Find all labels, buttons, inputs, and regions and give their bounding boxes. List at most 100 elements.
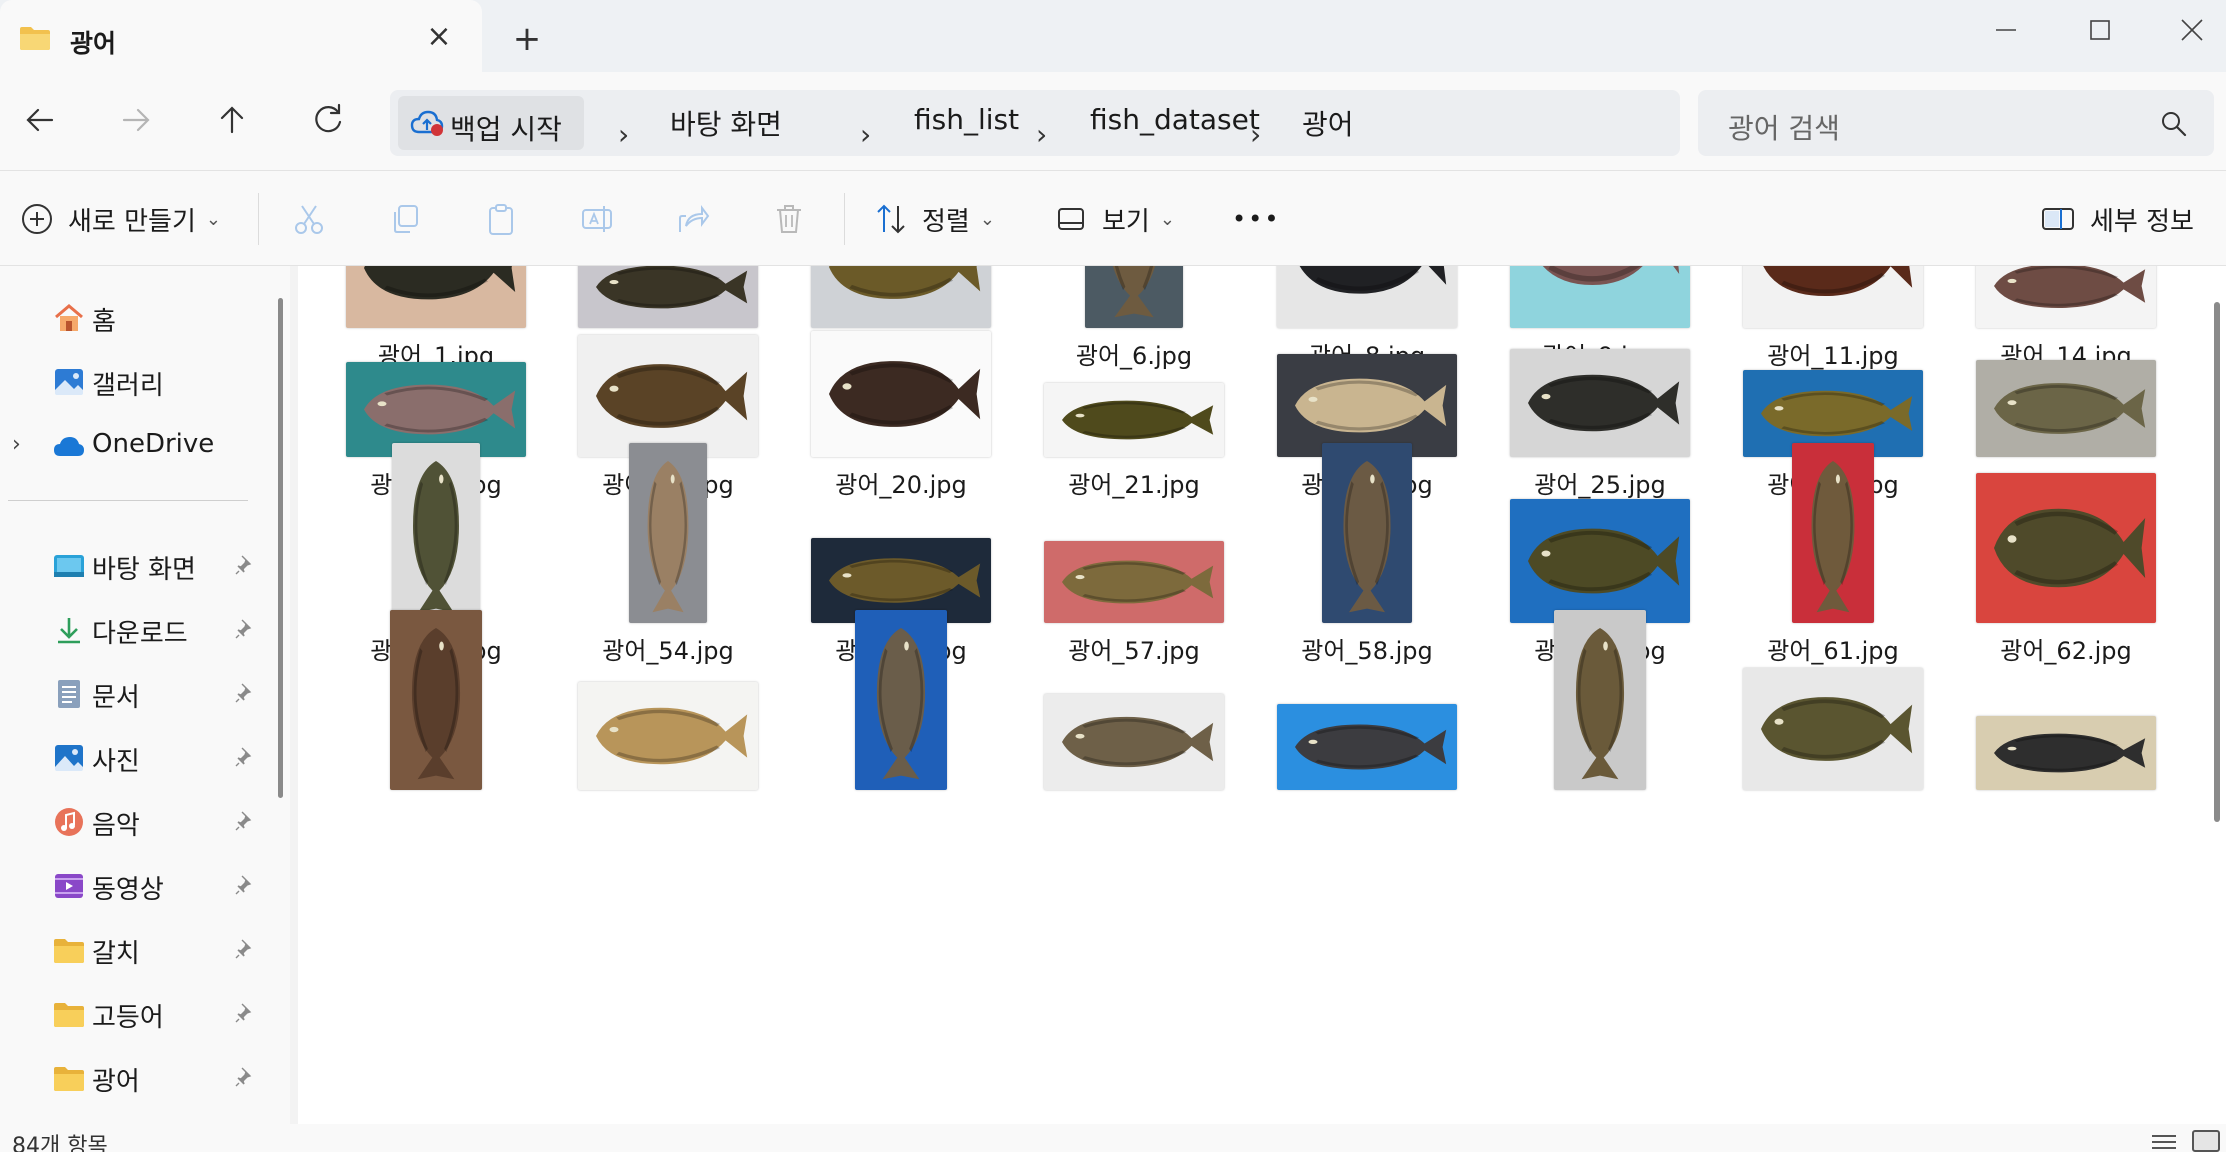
file-thumbnail[interactable] [578,266,758,328]
file-name[interactable]: 광어_54.jpg [553,631,783,666]
file-name[interactable]: 광어_20.jpg [786,465,1016,500]
file-thumbnail[interactable] [1976,716,2156,790]
file-thumbnail[interactable] [1554,610,1646,790]
sidebar-item-gwangeo[interactable]: 광어 [0,1052,270,1102]
sort-button[interactable]: 정렬 ⌄ [874,199,995,239]
sidebar-item-downloads[interactable]: 다운로드 [0,604,270,654]
file-name[interactable]: 광어_25.jpg [1485,465,1715,500]
pin-icon[interactable] [234,682,256,704]
sidebar-item-onedrive[interactable]: › OneDrive [0,420,270,470]
chevron-right-icon[interactable]: › [12,432,21,457]
file-thumbnail[interactable] [1044,694,1224,790]
sidebar-scrollbar[interactable] [278,298,283,798]
pin-icon[interactable] [234,938,256,960]
chevron-right-icon[interactable]: › [618,118,629,151]
breadcrumb-item-fish-list[interactable]: fish_list [914,103,1019,136]
tab-close-icon[interactable]: × [424,22,454,52]
file-name[interactable]: 광어_11.jpg [1718,336,1948,371]
file-thumbnail[interactable] [1277,266,1457,328]
breadcrumb-item-current[interactable]: 광어 [1302,103,1354,143]
pin-icon[interactable] [234,746,256,768]
file-thumbnail[interactable] [1044,541,1224,623]
breadcrumb-item-fish-dataset[interactable]: fish_dataset [1090,103,1260,136]
search-icon[interactable] [2160,110,2188,138]
copy-button[interactable] [388,199,422,239]
fish-image [1763,266,1913,296]
sidebar-item-videos[interactable]: 동영상 [0,860,270,910]
file-name[interactable]: 광어_62.jpg [1951,631,2181,666]
cut-button[interactable] [292,199,326,239]
file-thumbnail[interactable] [1277,704,1457,790]
forward-arrow-icon[interactable] [116,100,156,140]
paste-button[interactable] [484,199,518,239]
breadcrumb[interactable]: 백업 시작 › 바탕 화면 › fish_list › fish_dataset… [390,90,1680,156]
pin-icon[interactable] [234,1066,256,1088]
file-thumbnail[interactable] [1277,354,1457,457]
more-options-button[interactable]: ••• [1232,199,1280,239]
breadcrumb-item-desktop[interactable]: 바탕 화면 [670,103,782,143]
file-thumbnail[interactable] [346,266,526,328]
file-thumbnail[interactable] [392,443,480,623]
file-thumbnail[interactable] [629,443,707,623]
file-thumbnail[interactable] [1510,349,1690,457]
new-tab-button[interactable]: + [510,22,544,56]
share-button[interactable] [676,199,710,239]
file-name[interactable]: 광어_21.jpg [1019,465,1249,500]
file-thumbnail[interactable] [1743,668,1923,790]
file-thumbnail[interactable] [811,331,991,457]
file-thumbnail[interactable] [1976,473,2156,623]
delete-button[interactable] [772,199,806,239]
sidebar-item-galchi[interactable]: 갈치 [0,924,270,974]
sidebar-item-home[interactable]: 홈 [0,292,270,342]
file-thumbnail[interactable] [1976,266,2156,328]
file-name[interactable]: 광어_6.jpg [1019,336,1249,371]
sidebar-item-desktop[interactable]: 바탕 화면 [0,540,270,590]
pin-icon[interactable] [234,554,256,576]
rename-button[interactable] [580,199,614,239]
chevron-right-icon[interactable]: › [860,118,871,151]
file-name[interactable]: 광어_61.jpg [1718,631,1948,666]
file-thumbnail[interactable] [578,682,758,790]
file-thumbnail[interactable] [1510,499,1690,623]
new-button[interactable]: 새로 만들기 ⌄ [20,199,221,239]
pin-icon[interactable] [234,1002,256,1024]
pin-icon[interactable] [234,874,256,896]
sidebar-item-documents[interactable]: 문서 [0,668,270,718]
file-thumbnail[interactable] [855,610,947,790]
chevron-right-icon[interactable]: › [1036,118,1047,151]
sidebar-item-pictures[interactable]: 사진 [0,732,270,782]
file-thumbnail[interactable] [578,335,758,457]
view-button[interactable]: 보기 ⌄ [1054,199,1175,239]
file-name[interactable]: 광어_57.jpg [1019,631,1249,666]
file-thumbnail[interactable] [390,610,482,790]
file-thumbnail[interactable] [1085,266,1183,328]
details-view-icon[interactable] [2152,1134,2176,1150]
refresh-icon[interactable] [308,100,348,140]
content-scrollbar[interactable] [2214,302,2220,822]
file-thumbnail[interactable] [1322,443,1412,623]
maximize-icon[interactable] [2078,8,2122,52]
file-thumbnail[interactable] [1510,266,1690,328]
large-icons-view-icon[interactable] [2192,1130,2220,1152]
close-window-icon[interactable] [2170,8,2214,52]
file-thumbnail[interactable] [1976,360,2156,457]
minimize-icon[interactable] [1984,8,2028,52]
sidebar-item-music[interactable]: 음악 [0,796,270,846]
up-arrow-icon[interactable] [212,100,252,140]
file-thumbnail[interactable] [1743,266,1923,328]
pin-icon[interactable] [234,810,256,832]
search-input[interactable]: 광어 검색 [1728,107,1840,147]
details-pane-button[interactable]: 세부 정보 [2040,199,2194,239]
sidebar-item-gallery[interactable]: 갤러리 [0,356,270,406]
file-thumbnail[interactable] [811,266,991,328]
search-box[interactable]: 광어 검색 [1698,90,2214,156]
sidebar-item-godeungeo[interactable]: 고등어 [0,988,270,1038]
file-thumbnail[interactable] [1044,383,1224,457]
pin-icon[interactable] [234,618,256,640]
file-name[interactable]: 광어_58.jpg [1252,631,1482,666]
file-thumbnail[interactable] [1792,443,1874,623]
back-arrow-icon[interactable] [20,100,60,140]
tab-active[interactable]: 광어 × [0,0,482,74]
backup-button[interactable]: 백업 시작 [398,96,584,150]
chevron-right-icon[interactable]: › [1250,118,1261,151]
